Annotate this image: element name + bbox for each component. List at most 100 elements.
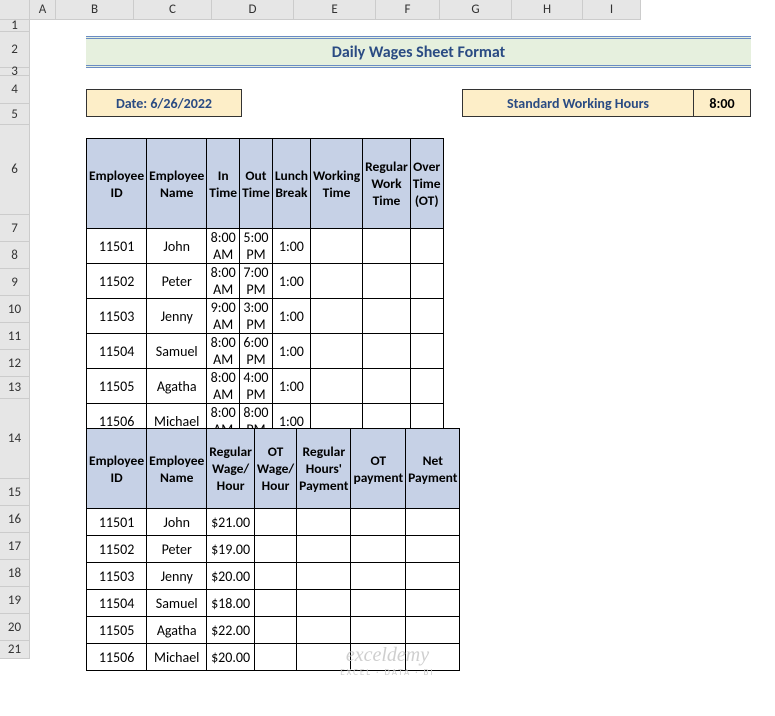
column-header-G[interactable]: G: [440, 0, 512, 20]
row-header-20[interactable]: 20: [0, 614, 30, 641]
cell[interactable]: $18.00: [207, 590, 255, 617]
standard-hours-value[interactable]: 8:00: [694, 89, 751, 117]
cell[interactable]: [310, 264, 362, 299]
row-header-1[interactable]: 1: [0, 20, 30, 32]
cell[interactable]: John: [147, 509, 207, 536]
cell[interactable]: [310, 229, 362, 264]
cell[interactable]: Peter: [147, 536, 207, 563]
cell[interactable]: [254, 536, 296, 563]
column-header-B[interactable]: B: [56, 0, 134, 20]
t1-header[interactable]: Regular Work Time: [363, 139, 411, 229]
cell[interactable]: Jenny: [147, 299, 207, 334]
cell[interactable]: [310, 369, 362, 404]
cell[interactable]: [406, 536, 460, 563]
row-header-2[interactable]: 2: [0, 32, 30, 68]
t2-header[interactable]: Regular Hours' Payment: [297, 429, 351, 509]
t1-header[interactable]: Over Time (OT): [410, 139, 443, 229]
time-table[interactable]: Employee IDEmployee NameIn TimeOut TimeL…: [86, 138, 444, 439]
cell[interactable]: [297, 509, 351, 536]
cell[interactable]: [297, 590, 351, 617]
cell[interactable]: 11502: [87, 264, 147, 299]
cell[interactable]: 8:00 AM: [207, 264, 240, 299]
cell[interactable]: $21.00: [207, 509, 255, 536]
column-header-I[interactable]: I: [583, 0, 641, 20]
table-row[interactable]: 11503Jenny9:00 AM3:00 PM1:00: [87, 299, 444, 334]
row-header-9[interactable]: 9: [0, 269, 30, 296]
cell[interactable]: Peter: [147, 264, 207, 299]
cell[interactable]: 7:00 PM: [240, 264, 273, 299]
cell[interactable]: Agatha: [147, 617, 207, 644]
cell[interactable]: 11504: [87, 334, 147, 369]
cell[interactable]: 1:00: [272, 264, 310, 299]
column-header-E[interactable]: E: [294, 0, 376, 20]
cell[interactable]: [351, 563, 406, 590]
table-row[interactable]: 11504Samuel8:00 AM6:00 PM1:00: [87, 334, 444, 369]
row-header-8[interactable]: 8: [0, 242, 30, 269]
cell[interactable]: Jenny: [147, 563, 207, 590]
table-row[interactable]: 11502Peter$19.00: [87, 536, 460, 563]
row-header-10[interactable]: 10: [0, 296, 30, 323]
row-header-14[interactable]: 14: [0, 399, 30, 479]
cell[interactable]: 11502: [87, 536, 147, 563]
table-row[interactable]: 11506Michael$20.00: [87, 644, 460, 671]
cell[interactable]: $22.00: [207, 617, 255, 644]
cell[interactable]: [363, 229, 411, 264]
cell[interactable]: [351, 536, 406, 563]
cell[interactable]: [351, 590, 406, 617]
row-header-5[interactable]: 5: [0, 104, 30, 125]
cell[interactable]: 11503: [87, 563, 147, 590]
cell[interactable]: [406, 563, 460, 590]
t1-header[interactable]: Employee Name: [147, 139, 207, 229]
cell[interactable]: [410, 334, 443, 369]
cell[interactable]: $20.00: [207, 644, 255, 671]
cell[interactable]: $20.00: [207, 563, 255, 590]
cell[interactable]: [310, 299, 362, 334]
cell[interactable]: 11501: [87, 229, 147, 264]
date-box[interactable]: Date: 6/26/2022: [86, 89, 242, 117]
column-header-H[interactable]: H: [512, 0, 583, 20]
table-row[interactable]: 11504Samuel$18.00: [87, 590, 460, 617]
row-header-6[interactable]: 6: [0, 125, 30, 215]
cell[interactable]: 3:00 PM: [240, 299, 273, 334]
cell[interactable]: [254, 617, 296, 644]
row-header-17[interactable]: 17: [0, 533, 30, 560]
cell[interactable]: [254, 563, 296, 590]
select-all-corner[interactable]: [0, 0, 30, 20]
t1-header[interactable]: In Time: [207, 139, 240, 229]
cell[interactable]: [254, 590, 296, 617]
cell[interactable]: [297, 617, 351, 644]
row-header-21[interactable]: 21: [0, 641, 30, 659]
row-header-13[interactable]: 13: [0, 377, 30, 399]
cell[interactable]: 11505: [87, 617, 147, 644]
cell[interactable]: Michael: [147, 644, 207, 671]
cell[interactable]: [410, 229, 443, 264]
payment-table[interactable]: Employee IDEmployee NameRegular Wage/ Ho…: [86, 428, 460, 671]
column-header-C[interactable]: C: [134, 0, 212, 20]
cell[interactable]: 11506: [87, 644, 147, 671]
t2-header[interactable]: OT payment: [351, 429, 406, 509]
cell[interactable]: 5:00 PM: [240, 229, 273, 264]
t1-header[interactable]: Working Time: [310, 139, 362, 229]
cell[interactable]: [297, 563, 351, 590]
cell[interactable]: 11505: [87, 369, 147, 404]
column-header-F[interactable]: F: [376, 0, 440, 20]
column-header-A[interactable]: A: [30, 0, 56, 20]
t2-header[interactable]: Regular Wage/ Hour: [207, 429, 255, 509]
table-row[interactable]: 11505Agatha8:00 AM4:00 PM1:00: [87, 369, 444, 404]
cell[interactable]: John: [147, 229, 207, 264]
row-header-7[interactable]: 7: [0, 215, 30, 242]
column-header-D[interactable]: D: [212, 0, 294, 20]
row-header-12[interactable]: 12: [0, 350, 30, 377]
cell[interactable]: [363, 369, 411, 404]
table-row[interactable]: 11503Jenny$20.00: [87, 563, 460, 590]
cell[interactable]: 11504: [87, 590, 147, 617]
cell[interactable]: 11501: [87, 509, 147, 536]
cell[interactable]: 1:00: [272, 299, 310, 334]
t1-header[interactable]: Lunch Break: [272, 139, 310, 229]
cell[interactable]: $19.00: [207, 536, 255, 563]
cell[interactable]: [406, 644, 460, 671]
t2-header[interactable]: Net Payment: [406, 429, 460, 509]
cell[interactable]: [310, 334, 362, 369]
cell[interactable]: [363, 334, 411, 369]
cell[interactable]: 1:00: [272, 229, 310, 264]
